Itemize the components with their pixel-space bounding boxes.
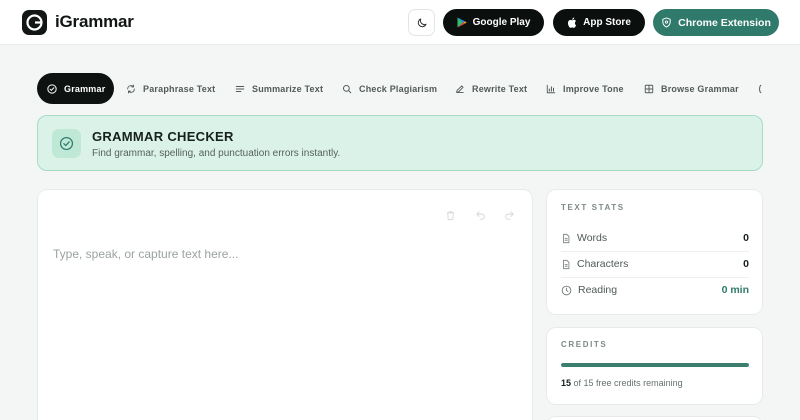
apple-icon	[568, 17, 577, 28]
stat-label: Words	[577, 232, 608, 244]
stat-value: 0 min	[721, 284, 749, 296]
tab-label: Browse Grammar	[661, 83, 739, 94]
stat-value: 0	[743, 232, 749, 244]
editor-placeholder[interactable]: Type, speak, or capture text here...	[53, 247, 238, 261]
top-header: iGrammar Google Play App Store Chrome Ex…	[0, 0, 800, 45]
stat-value: 0	[743, 258, 749, 270]
tab-summarize-text[interactable]: Summarize Text	[235, 73, 323, 104]
undo-icon[interactable]	[473, 208, 487, 222]
clock-icon	[561, 285, 572, 295]
stat-label: Reading	[578, 284, 618, 296]
search-icon	[342, 84, 352, 93]
check-circle-icon	[47, 83, 57, 94]
credits-title: CREDITS	[561, 340, 608, 349]
stat-characters: Characters 0	[561, 251, 749, 277]
stat-label: Characters	[577, 258, 629, 270]
credits-remaining-text: 15 of 15 free credits remaining	[561, 378, 683, 388]
credits-count: 15	[561, 378, 572, 388]
credits-card: CREDITS 15 of 15 free credits remaining	[546, 327, 763, 405]
tab-label: Summarize Text	[252, 83, 324, 94]
tab-browse-grammar[interactable]: Browse Grammar	[644, 73, 739, 104]
text-stats-title: TEXT STATS	[561, 203, 625, 212]
text-editor[interactable]: Type, speak, or capture text here...	[37, 189, 533, 420]
credits-progress-fill	[561, 363, 749, 367]
redo-icon[interactable]	[502, 208, 516, 222]
stat-words: Words 0	[561, 225, 749, 251]
logo-icon[interactable]	[22, 10, 47, 35]
more-tab-icon	[759, 84, 762, 93]
theme-toggle-button[interactable]	[408, 9, 435, 36]
stat-reading: Reading 0 min	[561, 277, 749, 303]
check-circle-icon	[52, 129, 81, 158]
tool-banner: GRAMMAR CHECKER Find grammar, spelling, …	[37, 115, 763, 171]
app-store-label: App Store	[583, 17, 631, 28]
credits-label: of 15 free credits remaining	[573, 378, 683, 388]
document-icon	[563, 233, 570, 243]
credits-progress-bar	[561, 363, 749, 367]
next-card-partial	[546, 416, 763, 420]
google-play-icon	[457, 17, 467, 28]
tab-label: Grammar	[64, 83, 106, 94]
tab-rewrite-text[interactable]: Rewrite Text	[455, 73, 527, 104]
tab-improve-tone[interactable]: Improve Tone	[546, 73, 624, 104]
chrome-extension-label: Chrome Extension	[678, 16, 771, 29]
extension-shield-icon	[662, 17, 671, 28]
banner-subtitle: Find grammar, spelling, and punctuation …	[92, 148, 341, 159]
tab-label: Check Plagiarism	[359, 83, 438, 94]
lines-icon	[235, 85, 245, 92]
moon-icon	[417, 18, 426, 27]
tab-paraphrase-text[interactable]: Paraphrase Text	[126, 73, 215, 104]
grid-icon	[644, 84, 654, 93]
chrome-extension-button[interactable]: Chrome Extension	[653, 9, 779, 36]
tab-label: Rewrite Text	[472, 83, 528, 94]
brand-name[interactable]: iGrammar	[55, 12, 134, 32]
text-stats-card: TEXT STATS Words 0 Characters 0 Reading …	[546, 189, 763, 315]
tab-grammar[interactable]: Grammar	[37, 73, 114, 104]
bar-chart-icon	[546, 84, 556, 93]
google-play-label: Google Play	[472, 17, 531, 28]
tab-label: Improve Tone	[563, 83, 624, 94]
google-play-button[interactable]: Google Play	[443, 9, 544, 36]
tab-label: Paraphrase Text	[143, 83, 216, 94]
refresh-icon	[127, 84, 135, 93]
app-store-button[interactable]: App Store	[553, 9, 645, 36]
tab-check-plagiarism[interactable]: Check Plagiarism	[342, 73, 437, 104]
tab-more-partial[interactable]	[756, 73, 764, 104]
banner-title: GRAMMAR CHECKER	[92, 129, 234, 144]
trash-icon[interactable]	[443, 208, 457, 222]
pencil-icon	[456, 84, 464, 93]
document-icon	[563, 259, 570, 269]
